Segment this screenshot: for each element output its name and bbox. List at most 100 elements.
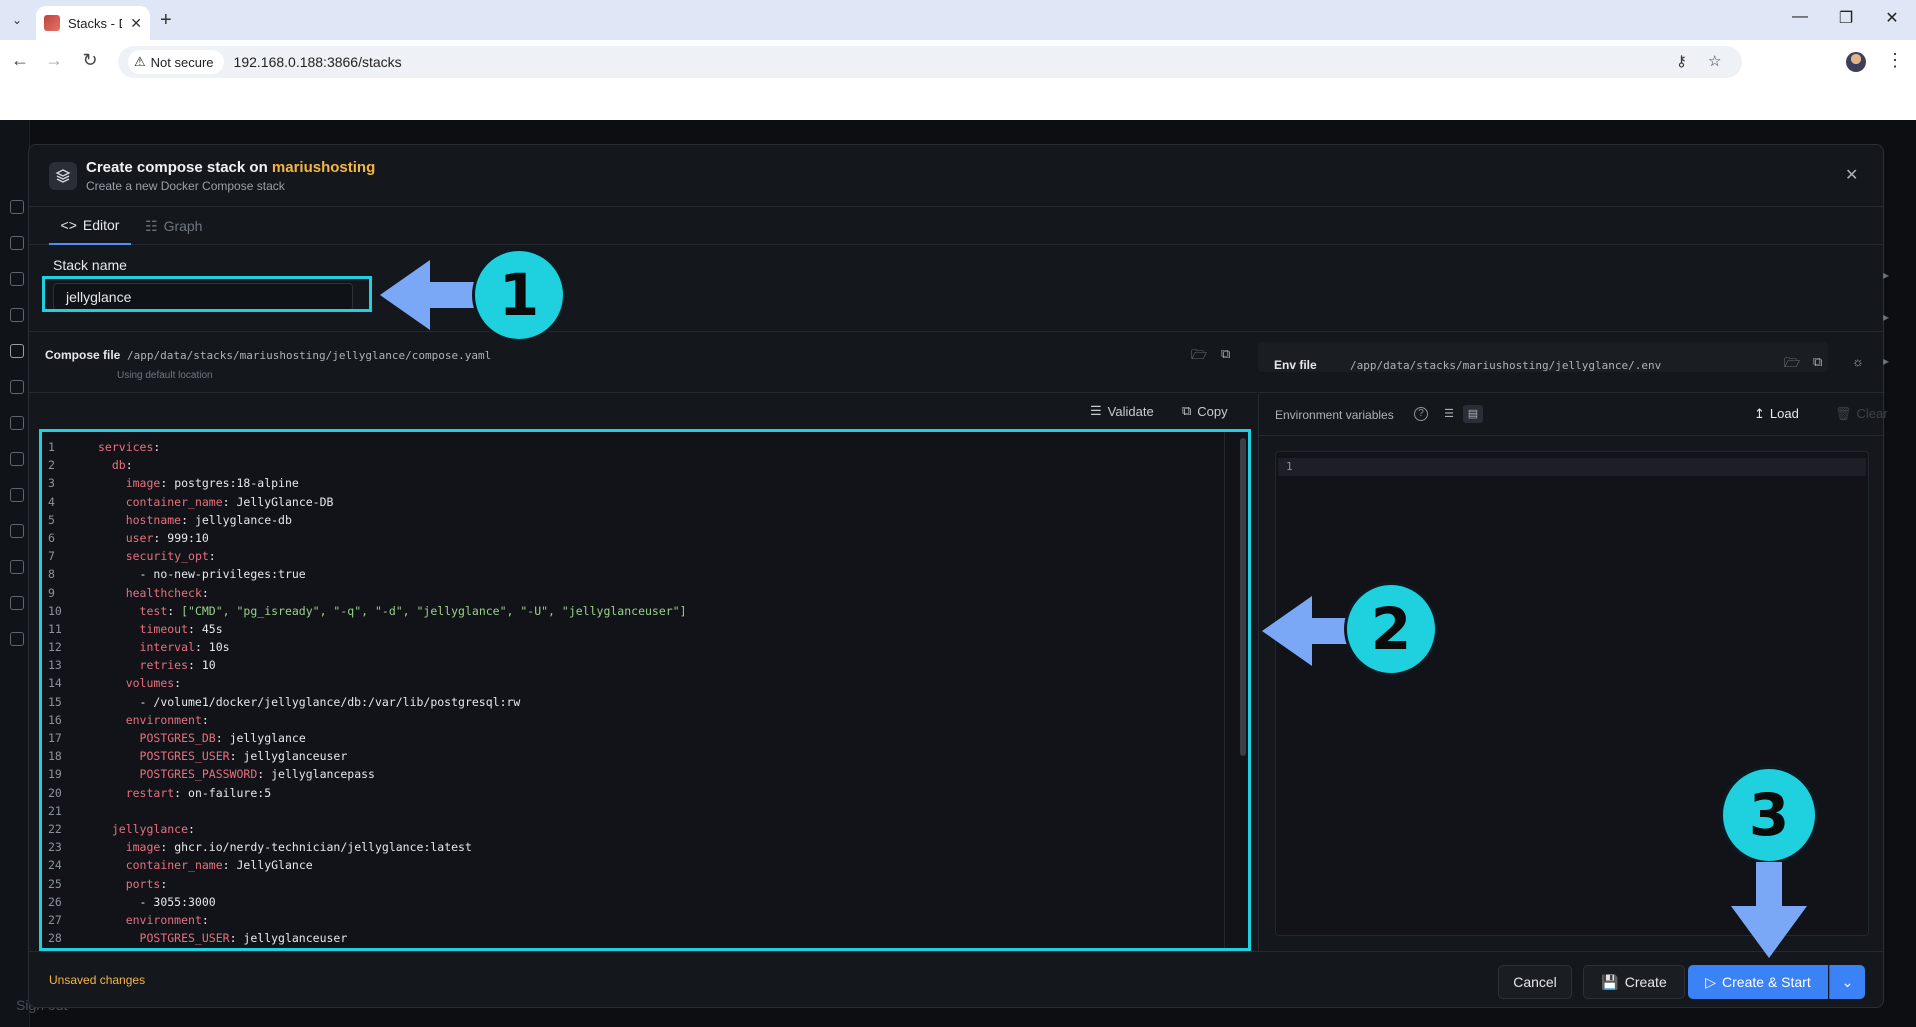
create-and-start-button[interactable]: ▷ Create & Start: [1688, 965, 1828, 999]
code-text: db:: [68, 456, 133, 474]
file-view-icon[interactable]: ▤: [1463, 405, 1483, 423]
copy-button[interactable]: ⧉ Copy: [1182, 403, 1228, 419]
code-icon: <>: [60, 217, 77, 233]
editor-scrollbar[interactable]: [1240, 438, 1246, 756]
library-icon[interactable]: [10, 488, 24, 502]
yaml-key: test: [139, 603, 168, 618]
code-text: retries: 10: [68, 656, 216, 674]
line-number: 19: [48, 767, 62, 782]
minimize-icon[interactable]: —: [1788, 8, 1812, 26]
tab-editor[interactable]: <> Editor: [49, 207, 131, 245]
forward-icon[interactable]: →: [42, 50, 66, 71]
timer-icon[interactable]: [10, 596, 24, 610]
stack-name-label: Stack name: [53, 257, 127, 273]
url-text[interactable]: 192.168.0.188:3866/stacks: [234, 54, 402, 70]
env-vars-label: Environment variables: [1275, 408, 1394, 422]
code-text: jellyglance:: [68, 820, 195, 838]
yaml-value: jellyglanceuser: [236, 749, 348, 764]
code-line: 12 interval: 10s: [42, 638, 1222, 656]
yaml-colon: :: [188, 821, 195, 836]
back-icon[interactable]: ←: [8, 50, 32, 71]
folder-open-icon[interactable]: 🗁: [1191, 346, 1207, 368]
env-folder-open-icon[interactable]: 🗁: [1784, 354, 1800, 376]
code-line: 24 container_name: JellyGlance: [42, 856, 1222, 874]
activity-icon[interactable]: [10, 560, 24, 574]
not-secure-chip[interactable]: ⚠ Not secure: [128, 50, 224, 74]
download-icon[interactable]: [10, 524, 24, 538]
create-button[interactable]: 💾 Create: [1583, 965, 1685, 999]
yaml-colon: :: [174, 676, 182, 691]
terminal-icon[interactable]: [10, 308, 24, 322]
list-view-icon[interactable]: ☰: [1439, 405, 1459, 423]
highlight-stack-name: [42, 276, 372, 312]
annotation-badge-3: 3: [1720, 766, 1818, 864]
create-options-dropdown[interactable]: ⌄: [1829, 965, 1865, 999]
line-number: 8: [48, 567, 55, 582]
cancel-button[interactable]: Cancel: [1498, 965, 1572, 999]
line-number: 6: [48, 530, 55, 545]
browser-menu-icon[interactable]: ⋮: [1886, 50, 1904, 71]
yaml-colon: :: [188, 658, 195, 673]
code-line: 7 security_opt:: [42, 547, 1222, 565]
restore-icon[interactable]: ❐: [1834, 8, 1858, 28]
env-copy-path-icon[interactable]: ⧉: [1813, 354, 1822, 370]
dashboard-icon[interactable]: [10, 200, 24, 214]
tab-list-icon[interactable]: ⌄: [6, 9, 28, 31]
code-text: hostname: jellyglance-db: [68, 511, 292, 529]
profile-avatar[interactable]: [1846, 52, 1866, 72]
yaml-colon: :: [160, 876, 168, 891]
images-icon[interactable]: [10, 272, 24, 286]
editor-toolbar: ☰ Validate ⧉ Copy: [29, 394, 1257, 428]
theme-sun-icon[interactable]: ☼: [1852, 354, 1864, 369]
storage-icon[interactable]: [10, 416, 24, 430]
unsaved-changes-label: Unsaved changes: [49, 973, 146, 987]
clear-button[interactable]: 🗑 Clear: [1835, 406, 1888, 422]
stacks-icon[interactable]: [10, 344, 24, 358]
code-line: 13 retries: 10: [42, 656, 1222, 674]
new-tab-icon[interactable]: +: [160, 9, 172, 32]
code-text: environment:: [68, 911, 209, 929]
code-text: POSTGRES_PASSWORD: jellyglancepass: [68, 765, 375, 783]
code-line: 5 hostname: jellyglance-db: [42, 511, 1222, 529]
networks-icon[interactable]: [10, 452, 24, 466]
yaml-colon: :: [125, 458, 133, 473]
validate-button[interactable]: ☰ Validate: [1090, 403, 1154, 419]
load-button[interactable]: ↥ Load: [1754, 406, 1799, 422]
code-line: 10 test: ["CMD", "pg_isready", "-q", "-d…: [42, 602, 1222, 620]
bookmark-star-icon[interactable]: ☆: [1708, 52, 1721, 70]
modal-title-prefix: Create compose stack on: [86, 159, 272, 176]
clear-label: Clear: [1856, 406, 1888, 421]
settings-icon[interactable]: [10, 632, 24, 646]
yaml-key: environment: [125, 912, 202, 927]
line-number: 13: [48, 658, 62, 673]
yaml-key: environment: [125, 712, 202, 727]
env-line-1: 1: [1278, 458, 1866, 476]
code-line: 3 image: postgres:18-alpine: [42, 474, 1222, 492]
code-line: 4 container_name: JellyGlance-DB: [42, 493, 1222, 511]
copy-path-icon[interactable]: ⧉: [1221, 346, 1230, 362]
code-text: image: postgres:18-alpine: [68, 474, 299, 492]
compose-code-editor[interactable]: 1 services: 2 db: 3 image: postgres:18-alpi…: [39, 429, 1251, 951]
close-tab-icon[interactable]: ✕: [130, 15, 142, 32]
close-icon[interactable]: ✕: [1845, 165, 1858, 185]
containers-icon[interactable]: [10, 236, 24, 250]
tab-graph[interactable]: ☷ Graph: [145, 207, 202, 245]
not-secure-label: Not secure: [150, 54, 214, 70]
help-icon[interactable]: ?: [1414, 407, 1428, 421]
yaml-value: - /volume1/docker/jellyglance/db:/var/li…: [139, 694, 521, 709]
yaml-value: jellyglance-db: [188, 512, 292, 527]
annotation-badge-1: 1: [472, 248, 566, 342]
password-key-icon[interactable]: ⚷: [1676, 52, 1687, 70]
close-window-icon[interactable]: ✕: [1880, 8, 1904, 28]
reload-icon[interactable]: ↻: [78, 50, 102, 71]
code-line: 1 services:: [42, 438, 1222, 456]
browser-tab[interactable]: Stacks - D ✕: [36, 6, 150, 40]
code-line: 2 db:: [42, 456, 1222, 474]
yaml-key: POSTGRES_PASSWORD: [139, 767, 258, 782]
upload-icon: ↥: [1754, 406, 1765, 421]
volumes-icon[interactable]: [10, 380, 24, 394]
address-bar[interactable]: ⚠ Not secure 192.168.0.188:3866/stacks: [118, 46, 1742, 78]
